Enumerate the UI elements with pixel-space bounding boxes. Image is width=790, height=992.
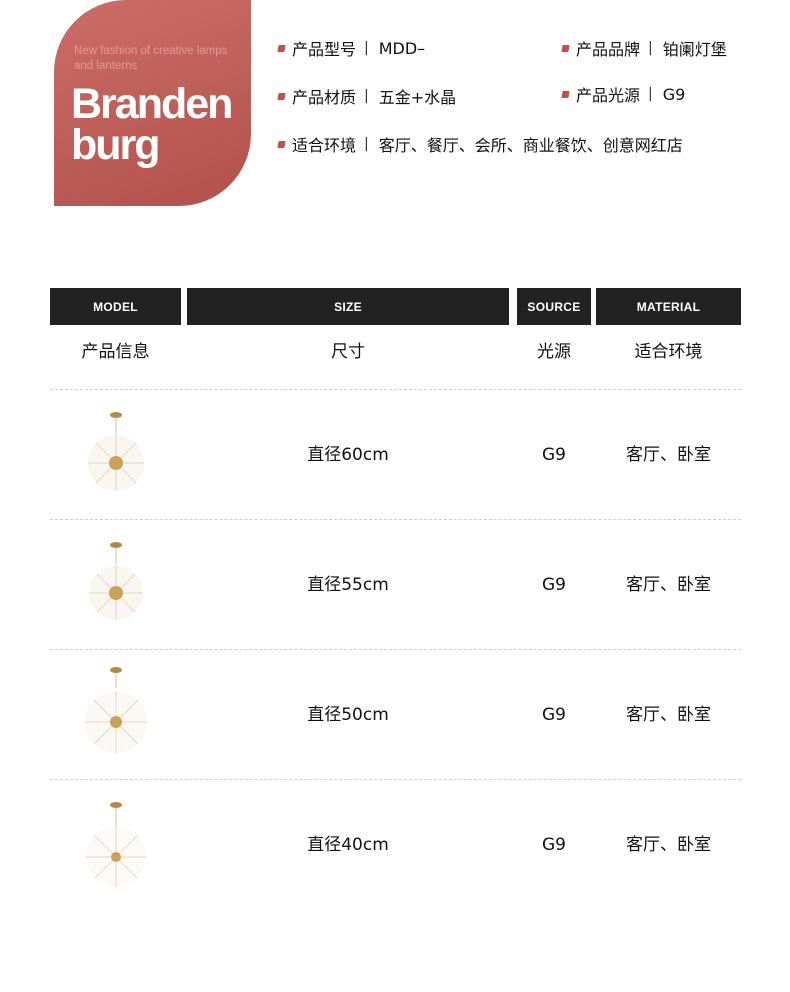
brand-name-line1: Branden — [71, 80, 233, 128]
environment-cell: 客厅、卧室 — [626, 445, 711, 465]
header-source: SOURCE — [517, 288, 591, 325]
crystal-chandelier-icon — [89, 542, 143, 620]
subheader-product-info: 产品信息 — [81, 342, 150, 362]
source-cell: G9 — [542, 575, 566, 595]
spec-env-value: 客厅、餐厅、会所、商业餐饮、创意网红店 — [378, 136, 683, 155]
spec-model-value: MDD– — [378, 38, 426, 58]
spec-brand: 产品品牌 | 铂阑灯堡 — [561, 37, 727, 59]
row-divider — [50, 519, 741, 520]
size-cell: 直径40cm — [307, 835, 389, 855]
subheader-source: 光源 — [537, 342, 571, 362]
spec-material-value: 五金+水晶 — [378, 88, 457, 107]
spec-environment: 适合环境 | 客厅、餐厅、会所、商业餐饮、创意网红店 — [277, 133, 683, 155]
source-cell: G9 — [542, 835, 566, 855]
brand-tagline: New fashion of creative lamps and lanter… — [74, 45, 228, 72]
subheader-environment: 适合环境 — [634, 342, 703, 362]
bullet-icon — [277, 44, 286, 52]
spec-separator: | — [648, 86, 653, 102]
bullet-icon — [561, 90, 570, 98]
spec-separator: | — [364, 136, 369, 152]
row-divider — [50, 779, 741, 780]
bullet-icon — [561, 44, 570, 52]
source-cell: G9 — [542, 445, 566, 465]
environment-cell: 客厅、卧室 — [626, 835, 711, 855]
brand-name: Branden burg — [71, 80, 251, 169]
spec-separator: | — [364, 88, 369, 104]
environment-cell: 客厅、卧室 — [626, 575, 711, 595]
brand-name-line2: burg — [71, 121, 161, 169]
spec-material: 产品材质 | 五金+水晶 — [277, 85, 457, 107]
environment-cell: 客厅、卧室 — [626, 705, 711, 725]
spec-separator: | — [648, 40, 653, 56]
header-material: MATERIAL — [596, 288, 741, 325]
subheader-size: 尺寸 — [331, 342, 365, 362]
row-divider — [50, 389, 741, 390]
size-cell: 直径55cm — [307, 575, 389, 595]
bullet-icon — [277, 92, 286, 100]
crystal-chandelier-icon — [88, 412, 144, 491]
spec-material-label: 产品材质 — [292, 88, 357, 107]
spec-light-label: 产品光源 — [576, 86, 641, 105]
spec-brand-value: 铂阑灯堡 — [662, 40, 727, 59]
spec-model-label: 产品型号 — [292, 40, 357, 59]
spec-env-label: 适合环境 — [292, 136, 357, 155]
brand-tile: New fashion of creative lamps and lanter… — [54, 0, 251, 206]
header-model: MODEL — [50, 288, 181, 325]
bullet-icon — [277, 140, 286, 148]
spec-light-value: G9 — [662, 84, 686, 104]
spec-light: 产品光源 | G9 — [561, 83, 686, 105]
header-size: SIZE — [187, 288, 509, 325]
source-cell: G9 — [542, 705, 566, 725]
spec-model: 产品型号 | MDD– — [277, 37, 426, 59]
crystal-chandelier-icon — [86, 802, 146, 887]
spec-brand-label: 产品品牌 — [576, 40, 641, 59]
crystal-chandelier-icon — [85, 667, 147, 753]
size-cell: 直径60cm — [307, 445, 389, 465]
size-cell: 直径50cm — [307, 705, 389, 725]
spec-separator: | — [364, 40, 369, 56]
row-divider — [50, 649, 741, 650]
